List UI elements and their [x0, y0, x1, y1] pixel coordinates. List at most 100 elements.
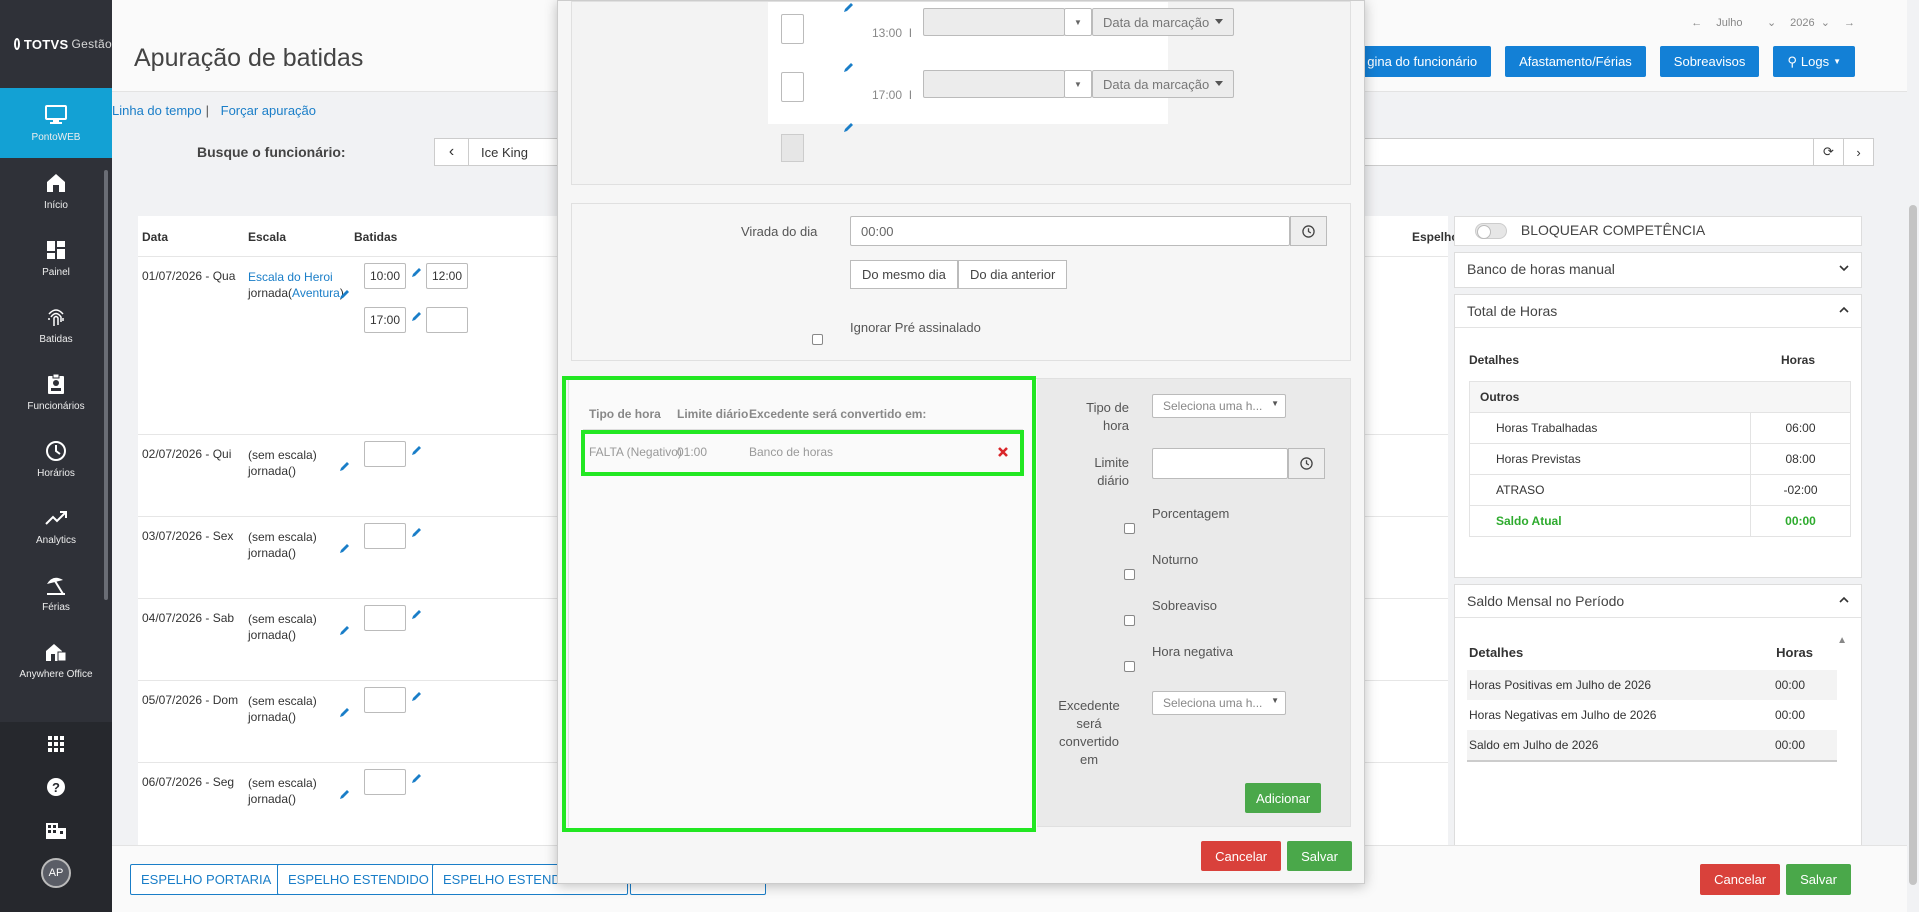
- chevron-up-icon[interactable]: [1839, 595, 1849, 605]
- timeline-link[interactable]: Linha do tempo: [112, 103, 202, 118]
- sidebar-item-analytics[interactable]: Analytics: [0, 493, 112, 560]
- leave-vacation-button[interactable]: Afastamento/Férias: [1505, 46, 1646, 77]
- year-select[interactable]: 2026 ⌄: [1790, 16, 1830, 29]
- punch-input[interactable]: [364, 687, 406, 713]
- cancel-button[interactable]: Cancelar: [1700, 864, 1781, 895]
- pencil-icon[interactable]: [338, 789, 350, 801]
- punch-date-type-select[interactable]: Data da marcação: [1092, 8, 1234, 36]
- punch-input[interactable]: [426, 307, 468, 333]
- logs-button[interactable]: ⚲ Logs ▼: [1773, 46, 1855, 77]
- employee-name[interactable]: Ice King: [469, 139, 540, 165]
- pencil-icon[interactable]: [410, 773, 422, 785]
- chevron-down-icon[interactable]: [1839, 263, 1849, 273]
- sidebar-item-funcionarios[interactable]: Funcionários: [0, 359, 112, 426]
- punch-input[interactable]: [364, 441, 406, 467]
- sidebar-item-painel[interactable]: Painel: [0, 225, 112, 292]
- punch-checkbox-field[interactable]: [781, 72, 804, 102]
- sidebar-item-ferias[interactable]: Férias: [0, 560, 112, 627]
- arrow-left-icon[interactable]: ←: [1691, 17, 1702, 29]
- employee-page-button[interactable]: gina do funcionário: [1353, 46, 1492, 77]
- pencil-icon[interactable]: [410, 311, 422, 323]
- manual-bank-panel[interactable]: Banco de horas manual: [1454, 252, 1862, 288]
- lock-competence-toggle[interactable]: [1475, 223, 1507, 240]
- mirror-extended-button[interactable]: ESPELHO ESTENDIDO: [277, 864, 440, 895]
- table-row: ATRASO -02:00: [1469, 474, 1851, 506]
- negative-hour-checkbox[interactable]: [1124, 661, 1135, 672]
- month-select[interactable]: Julho ⌄: [1716, 16, 1776, 29]
- row-date: 04/07/2026 - Sab: [142, 611, 235, 625]
- pencil-icon[interactable]: [410, 267, 422, 279]
- refresh-icon[interactable]: ⟳: [1813, 139, 1843, 165]
- table-row: Horas Trabalhadas 06:00: [1469, 412, 1851, 444]
- page-scrollbar[interactable]: [1909, 205, 1917, 885]
- arrow-right-icon[interactable]: →: [1844, 17, 1855, 29]
- standby-button[interactable]: Sobreavisos: [1659, 46, 1760, 77]
- pencil-icon[interactable]: [842, 122, 854, 134]
- ignore-pre-label: Ignorar Pré assinalado: [850, 320, 981, 335]
- totvs-logo-icon: [14, 38, 20, 50]
- modal-cancel-button[interactable]: Cancelar: [1201, 841, 1282, 871]
- night-checkbox[interactable]: [1124, 569, 1135, 580]
- night-label: Noturno: [1152, 552, 1199, 567]
- avatar[interactable]: AP: [41, 857, 71, 888]
- pencil-icon[interactable]: [410, 691, 422, 703]
- punch-time-select[interactable]: [923, 70, 1065, 98]
- percent-checkbox[interactable]: [1124, 523, 1135, 534]
- excess-select[interactable]: Seleciona uma h... ▼: [1152, 691, 1286, 715]
- pencil-icon[interactable]: [338, 543, 350, 555]
- sidebar-item-horarios[interactable]: Horários: [0, 426, 112, 493]
- save-button[interactable]: Salvar: [1786, 864, 1851, 895]
- previous-day-button[interactable]: Do dia anterior: [958, 260, 1068, 289]
- chevron-right-icon[interactable]: ›: [1843, 139, 1873, 165]
- sidebar-item-inicio[interactable]: Início: [0, 158, 112, 225]
- clock-icon[interactable]: [1288, 448, 1325, 479]
- pencil-icon[interactable]: [338, 707, 350, 719]
- pencil-icon[interactable]: [338, 461, 350, 473]
- punch-input[interactable]: 10:00: [364, 263, 406, 289]
- scroll-up-icon[interactable]: ▲: [1837, 635, 1847, 646]
- chevron-left-icon[interactable]: ‹: [435, 139, 469, 165]
- day-turn-input[interactable]: 00:00: [850, 216, 1290, 246]
- caret-down-icon[interactable]: ▼: [1064, 8, 1092, 36]
- standby-checkbox[interactable]: [1124, 615, 1135, 626]
- pencil-icon[interactable]: [338, 289, 350, 301]
- user-menu[interactable]: AP: [0, 851, 112, 894]
- punch-input[interactable]: [364, 769, 406, 795]
- pencil-icon[interactable]: [410, 445, 422, 457]
- badge-icon: [45, 373, 67, 395]
- mirror-portaria-button[interactable]: ESPELHO PORTARIA: [130, 864, 283, 895]
- modal-save-button[interactable]: Salvar: [1287, 841, 1352, 871]
- clock-icon[interactable]: [1290, 216, 1327, 246]
- punch-input[interactable]: 12:00: [426, 263, 468, 289]
- scale-link[interactable]: Escala do Heroi: [248, 270, 333, 284]
- punch-input[interactable]: [364, 605, 406, 631]
- same-day-button[interactable]: Do mesmo dia: [850, 260, 958, 289]
- sidebar-bottom: ? AP: [0, 722, 112, 912]
- chevron-up-icon[interactable]: [1839, 305, 1849, 315]
- daily-limit-input[interactable]: [1152, 448, 1288, 479]
- punch-checkbox-field[interactable]: [781, 14, 804, 44]
- pencil-icon[interactable]: [842, 2, 854, 14]
- punch-input[interactable]: 17:00: [364, 307, 406, 333]
- sidebar-item-batidas[interactable]: Batidas: [0, 292, 112, 359]
- home-icon: [45, 172, 67, 194]
- pencil-icon[interactable]: [842, 62, 854, 74]
- journey-link[interactable]: Aventura: [292, 286, 340, 300]
- punch-date-type-select[interactable]: Data da marcação: [1092, 70, 1234, 98]
- pencil-icon[interactable]: [410, 609, 422, 621]
- sidebar-item-anywhere-office[interactable]: Anywhere Office: [0, 627, 112, 694]
- apps-grid-icon[interactable]: [0, 722, 112, 765]
- force-calc-link[interactable]: Forçar apuração: [221, 103, 316, 118]
- building-icon[interactable]: [0, 808, 112, 851]
- sidebar-scrollbar[interactable]: [104, 170, 108, 600]
- ignore-pre-checkbox[interactable]: [812, 334, 823, 345]
- sidebar-item-pontoweb[interactable]: PontoWEB: [0, 88, 112, 158]
- pencil-icon[interactable]: [410, 527, 422, 539]
- pencil-icon[interactable]: [338, 625, 350, 637]
- hour-type-select[interactable]: Seleciona uma h... ▼: [1152, 394, 1286, 418]
- punch-input[interactable]: [364, 523, 406, 549]
- caret-down-icon[interactable]: ▼: [1064, 70, 1092, 98]
- help-icon[interactable]: ?: [0, 765, 112, 808]
- add-button[interactable]: Adicionar: [1245, 783, 1322, 813]
- punch-time-select[interactable]: [923, 8, 1065, 36]
